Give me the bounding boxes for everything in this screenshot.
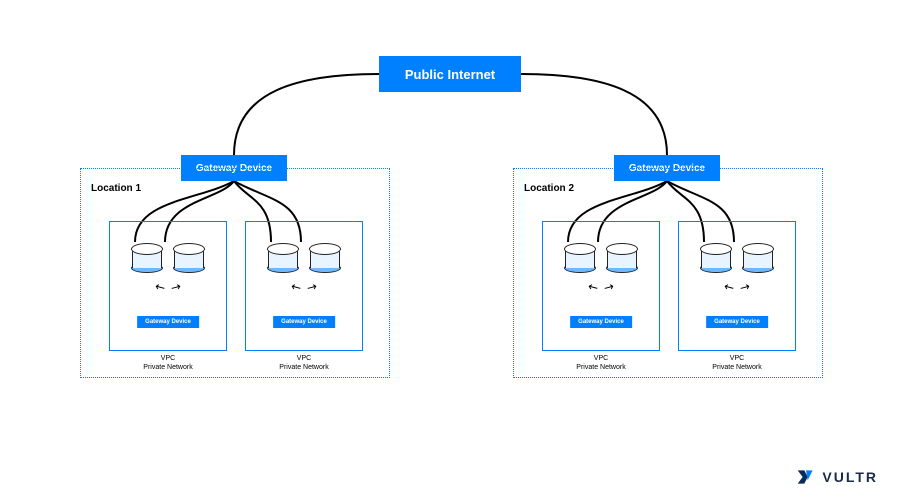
vpc-instances: [543, 244, 659, 272]
vpc-caption-l2: Private Network: [679, 363, 795, 372]
vpc-caption: VPC Private Network: [246, 354, 362, 372]
vpc-instances: [679, 244, 795, 272]
vpc-caption-l2: Private Network: [246, 363, 362, 372]
internal-arrows: ↖ ↗: [543, 280, 659, 294]
vpc-instances: [246, 244, 362, 272]
vpc-gateway-label: Gateway Device: [137, 316, 199, 328]
vpc-gateway-label: Gateway Device: [570, 316, 632, 328]
internal-arrows: ↖ ↗: [110, 280, 226, 294]
vultr-logo-text: VULTR: [822, 469, 878, 485]
vpc-caption-l1: VPC: [246, 354, 362, 363]
location-1-label: Location 1: [91, 183, 141, 194]
internal-arrows: ↖ ↗: [246, 280, 362, 294]
server-cylinder-icon: [174, 244, 204, 272]
server-cylinder-icon: [565, 244, 595, 272]
arrow-up-icon: ↗: [601, 278, 617, 295]
public-internet-box: Public Internet: [379, 56, 521, 92]
vpc-instances: [110, 244, 226, 272]
vpc-caption: VPC Private Network: [543, 354, 659, 372]
vpc-caption-l1: VPC: [543, 354, 659, 363]
arrow-up-icon: ↖: [721, 278, 737, 295]
server-cylinder-icon: [310, 244, 340, 272]
arrow-up-icon: ↖: [288, 278, 304, 295]
arrow-up-icon: ↖: [585, 278, 601, 295]
arrow-up-icon: ↗: [737, 278, 753, 295]
public-internet-label: Public Internet: [405, 67, 495, 82]
vpc-caption: VPC Private Network: [679, 354, 795, 372]
server-cylinder-icon: [701, 244, 731, 272]
vpc-caption-l1: VPC: [110, 354, 226, 363]
vpc-caption-l2: Private Network: [543, 363, 659, 372]
vultr-logo: VULTR: [796, 468, 878, 486]
vpc-gateway-label: Gateway Device: [706, 316, 768, 328]
vpc-caption-l1: VPC: [679, 354, 795, 363]
server-cylinder-icon: [743, 244, 773, 272]
server-cylinder-icon: [268, 244, 298, 272]
location-1-vpc-b: ↖ ↗ Gateway Device VPC Private Network: [245, 221, 363, 351]
internal-arrows: ↖ ↗: [679, 280, 795, 294]
arrow-up-icon: ↗: [168, 278, 184, 295]
server-cylinder-icon: [132, 244, 162, 272]
vpc-gateway-label: Gateway Device: [273, 316, 335, 328]
arrow-up-icon: ↖: [152, 278, 168, 295]
location-2-container: Location 2 ↖ ↗ Gateway Device VPC Privat…: [513, 168, 823, 378]
location-2-vpc-a: ↖ ↗ Gateway Device VPC Private Network: [542, 221, 660, 351]
location-1-container: Location 1 ↖ ↗ Gateway Device VPC Privat…: [80, 168, 390, 378]
location-2-label: Location 2: [524, 183, 574, 194]
server-cylinder-icon: [607, 244, 637, 272]
vpc-caption-l2: Private Network: [110, 363, 226, 372]
vultr-logo-icon: [796, 468, 816, 486]
location-2-vpc-b: ↖ ↗ Gateway Device VPC Private Network: [678, 221, 796, 351]
vpc-caption: VPC Private Network: [110, 354, 226, 372]
arrow-up-icon: ↗: [304, 278, 320, 295]
location-1-vpc-a: ↖ ↗ Gateway Device VPC Private Network: [109, 221, 227, 351]
